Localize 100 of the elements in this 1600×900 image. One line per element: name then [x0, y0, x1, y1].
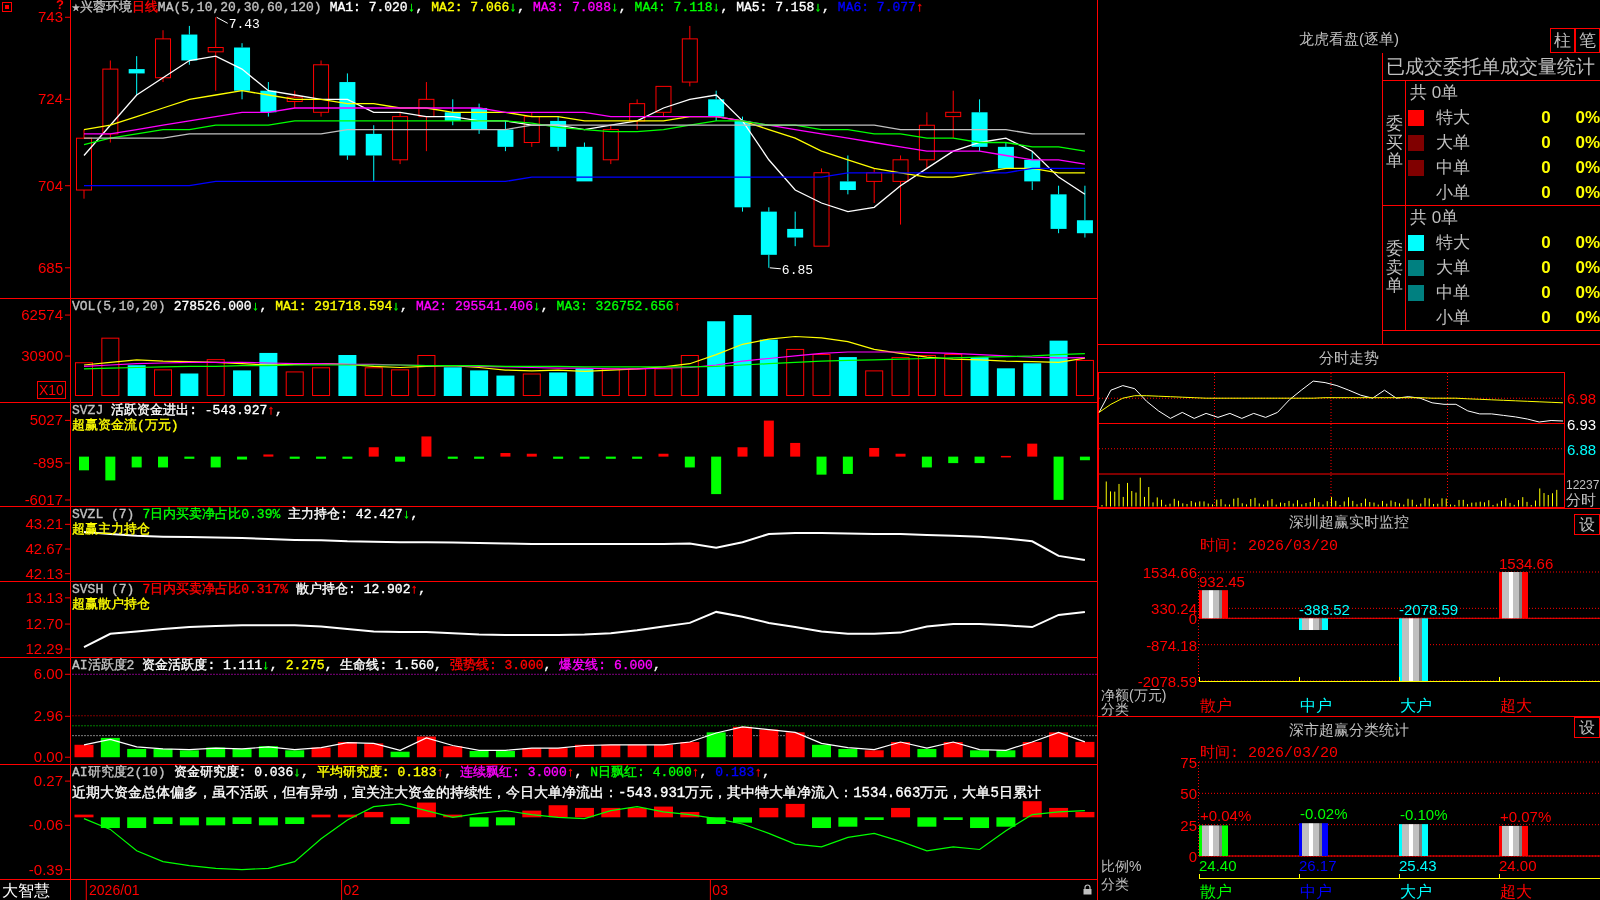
category-label: 散户	[1200, 697, 1232, 714]
axis-tick-label: 743	[37, 8, 63, 26]
panel-title: 深市超赢分类统计	[1289, 720, 1409, 740]
axis-tick-label: 62574	[21, 306, 63, 324]
indicator-value: 主力持仓: 42.427	[288, 507, 403, 522]
indicator-value: MA4: 7.118	[634, 0, 713, 15]
axis-tick-label: 12.29	[25, 640, 63, 657]
trend-arrow: ↓	[509, 0, 518, 15]
indicator-value: 资金研究度: 0.036	[173, 765, 294, 780]
separator: ,	[652, 658, 661, 673]
axis-tick-label: 42.67	[25, 540, 63, 557]
category-label: 大户	[1400, 883, 1432, 900]
separator: ,	[418, 582, 427, 597]
category-label: 中户	[1300, 697, 1332, 714]
price-annotation: 6.85	[781, 262, 814, 278]
indicator-value: MA2: 7.066	[431, 0, 510, 15]
indicator-title: SVSH (7)	[72, 582, 135, 597]
indicator-caption: 超赢散户持仓	[72, 597, 151, 612]
axis-tick-label: 685	[37, 258, 63, 276]
separator: ,	[543, 658, 552, 673]
row-label: 小单	[1435, 307, 1471, 329]
indicator-value: 278526.000	[173, 299, 252, 314]
value-label: 25.43	[1399, 857, 1437, 874]
axis-tick-label: -2078.59	[1137, 673, 1197, 690]
row-count: 0	[1540, 257, 1552, 278]
axis-title: 比例%	[1101, 858, 1142, 874]
trend-arrow: ↑	[436, 765, 445, 780]
group-total: 共 0单	[1409, 82, 1460, 104]
indicator-value: 7日内买卖净占比0.317%	[142, 582, 289, 597]
row-count: 0	[1540, 282, 1552, 303]
axis-tick-label: 43.21	[25, 515, 63, 533]
indicator-value: 生命线: 1.560	[340, 658, 435, 673]
indicator-value: 2.275	[285, 658, 325, 673]
row-percent: 0%	[1574, 157, 1600, 178]
trend-arrow: ↓	[251, 299, 260, 314]
row-label: 中单	[1435, 282, 1471, 304]
change-label: +0.04%	[1200, 807, 1252, 825]
indicator-value: 资金活跃度: 1.111	[142, 658, 262, 673]
trend-arrow: ↑	[691, 765, 700, 780]
row-label: 特大	[1435, 232, 1471, 254]
axis-tick-label: 42.13	[25, 564, 63, 581]
axis-tick-label: -6017	[24, 491, 63, 506]
panel-title: 分时走势	[1319, 349, 1379, 368]
separator: ,	[410, 507, 419, 522]
category-label: 超大	[1500, 697, 1532, 714]
indicator-value: MA3: 326752.656	[556, 299, 674, 314]
value-label: -2078.59	[1399, 601, 1459, 619]
category-label: 散户	[1200, 883, 1232, 900]
row-label: 小单	[1435, 182, 1471, 204]
axis-tick-label: -895	[32, 454, 63, 472]
axis-tick-label: 13.13	[25, 588, 63, 606]
value-label: -388.52	[1299, 601, 1350, 619]
change-label: -0.02%	[1300, 805, 1348, 823]
value-label: 24.00	[1499, 857, 1537, 874]
trend-arrow: ↓	[262, 658, 270, 673]
indicator-value: 连续飘红: 3.000	[460, 765, 567, 780]
row-count: 0	[1540, 107, 1552, 128]
indicator-title: AI活跃度2	[72, 658, 135, 673]
indicator-value: MA3: 7.088	[532, 0, 611, 15]
trend-arrow: ↑	[566, 765, 575, 780]
value-label: 932.45	[1199, 573, 1245, 591]
row-label: 大单	[1435, 132, 1471, 154]
category-label: 大户	[1400, 697, 1432, 714]
trend-arrow: ↑	[410, 582, 419, 597]
group-label: 委卖单	[1385, 239, 1403, 297]
row-label: 中单	[1435, 157, 1471, 179]
indicator-value: 0.183	[715, 765, 755, 780]
trend-arrow: ↑	[754, 765, 763, 780]
trend-arrow: ↓	[610, 0, 619, 15]
indicator-value: 7日内买卖净占比0.39%	[142, 507, 281, 522]
trend-arrow: ↓	[814, 0, 823, 15]
unit-label: X10	[37, 381, 66, 399]
trend-arrow: ↑	[267, 403, 276, 418]
change-label: -0.10%	[1400, 806, 1448, 824]
value-label: 24.40	[1199, 857, 1237, 874]
change-label: +0.07%	[1500, 807, 1552, 825]
separator: ,	[275, 403, 283, 418]
row-percent: 0%	[1574, 307, 1600, 328]
indicator-caption: 超赢资金流(万元)	[72, 418, 180, 433]
separator: ,	[517, 0, 525, 15]
trend-arrow: ↓	[392, 299, 401, 314]
indicator-value: 强势线: 3.000	[449, 658, 544, 673]
separator: ,	[618, 0, 627, 15]
row-percent: 0%	[1574, 107, 1600, 128]
indicator-title: SVZL (7)	[72, 507, 135, 522]
separator: ,	[822, 0, 830, 15]
row-percent: 0%	[1574, 257, 1600, 278]
indicator-value: 活跃资金进出: -543.927	[111, 403, 268, 418]
axis-tick-label: 0	[1188, 848, 1197, 865]
axis-tick-label: 75	[1180, 754, 1197, 771]
separator: ,	[434, 658, 442, 673]
price-annotation: 7.43	[228, 17, 260, 33]
separator: ,	[540, 299, 549, 314]
separator: ,	[762, 765, 770, 780]
separator: ,	[444, 765, 453, 780]
panel-title: 深圳超赢实时监控	[1289, 513, 1409, 532]
axis-tick-label: 50	[1180, 785, 1197, 803]
row-count: 0	[1540, 182, 1552, 203]
separator: ,	[269, 658, 278, 673]
trend-arrow: ↓	[712, 0, 721, 15]
